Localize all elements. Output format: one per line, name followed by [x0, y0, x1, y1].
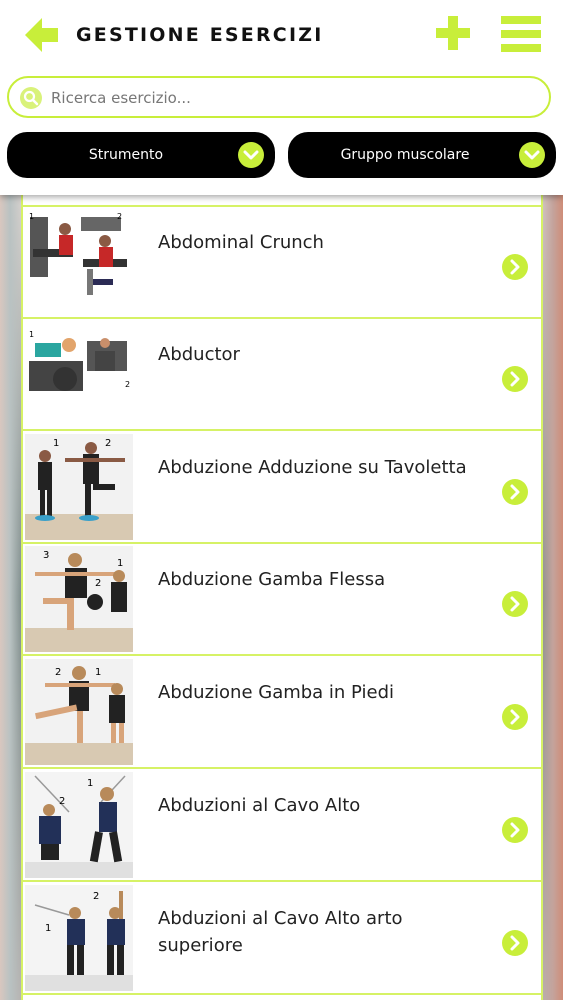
svg-text:2: 2 — [105, 438, 111, 449]
exercise-thumbnail: 1 2 — [25, 434, 133, 540]
app-header: GESTIONE ESERCIZI Strumento Gruppo musco… — [0, 0, 563, 195]
svg-text:1: 1 — [87, 778, 93, 789]
filter-strumento[interactable]: Strumento — [7, 132, 275, 178]
add-exercise-button[interactable] — [434, 14, 472, 52]
filter-strumento-label: Strumento — [88, 147, 164, 163]
list-item[interactable] — [23, 195, 541, 207]
svg-text:3: 3 — [43, 550, 49, 561]
chevron-right-icon[interactable] — [502, 254, 528, 280]
list-item[interactable]: 1 2 Abduzione Adduzione su Tavoletta — [23, 432, 541, 544]
exercise-name: Abductor — [158, 344, 240, 365]
search-icon — [20, 87, 42, 109]
svg-text:2: 2 — [59, 796, 65, 807]
list-item[interactable]: 2 1 Abduzione Gamba in Piedi — [23, 657, 541, 769]
list-item[interactable]: 1 2 Abdominal Crunch — [23, 207, 541, 319]
chevron-down-icon — [519, 142, 545, 168]
exercise-thumbnail: 1 2 — [25, 209, 133, 315]
hamburger-menu-icon[interactable] — [501, 16, 541, 52]
list-item[interactable]: 1 2 Abductor — [23, 319, 541, 431]
back-arrow-icon[interactable] — [20, 14, 62, 56]
search-bar[interactable] — [7, 76, 551, 118]
exercise-thumbnail: 2 1 — [25, 772, 133, 878]
search-input[interactable] — [49, 84, 543, 112]
exercise-name: Abduzioni al Cavo Alto arto superiore — [158, 908, 403, 956]
list-item[interactable]: 2 1 Abduzioni al Cavo Alto — [23, 770, 541, 882]
exercise-thumbnail: 1 2 — [25, 321, 133, 427]
chevron-right-icon[interactable] — [502, 817, 528, 843]
exercise-name: Abduzioni al Cavo Alto — [158, 795, 361, 816]
chevron-right-icon[interactable] — [502, 930, 528, 956]
svg-text:2: 2 — [117, 212, 122, 221]
filter-gruppo-muscolare-label: Gruppo muscolare — [340, 147, 470, 163]
svg-text:2: 2 — [125, 380, 130, 389]
svg-text:2: 2 — [95, 578, 101, 589]
exercise-thumbnail: 3 2 1 — [25, 546, 133, 652]
svg-text:1: 1 — [117, 558, 123, 569]
chevron-right-icon[interactable] — [502, 591, 528, 617]
exercise-name: Abduzione Gamba in Piedi — [158, 682, 395, 703]
exercise-name: Abduzione Adduzione su Tavoletta — [158, 457, 467, 478]
svg-text:1: 1 — [95, 667, 101, 678]
list-item[interactable]: 1 2 Abduzioni al Cavo Alto arto superior… — [23, 883, 541, 995]
svg-text:2: 2 — [93, 891, 99, 902]
exercise-thumbnail: 2 1 — [25, 659, 133, 765]
page-title: GESTIONE ESERCIZI — [76, 24, 324, 46]
exercise-name: Abduzione Gamba Flessa — [158, 569, 386, 590]
list-item[interactable]: 3 2 1 Abduzione Gamba Flessa — [23, 544, 541, 656]
svg-text:1: 1 — [29, 212, 34, 221]
svg-text:1: 1 — [53, 438, 59, 449]
chevron-down-icon — [238, 142, 264, 168]
chevron-right-icon[interactable] — [502, 704, 528, 730]
exercise-thumbnail: 1 2 — [25, 885, 133, 991]
svg-text:2: 2 — [55, 667, 61, 678]
filter-gruppo-muscolare[interactable]: Gruppo muscolare — [288, 132, 556, 178]
svg-text:1: 1 — [45, 923, 51, 934]
exercise-list: 1 2 Abdominal Crunch 1 2 Abductor 1 2 Ab… — [21, 195, 543, 1000]
svg-text:1: 1 — [29, 330, 34, 339]
chevron-right-icon[interactable] — [502, 479, 528, 505]
chevron-right-icon[interactable] — [502, 366, 528, 392]
exercise-name: Abdominal Crunch — [158, 232, 324, 253]
